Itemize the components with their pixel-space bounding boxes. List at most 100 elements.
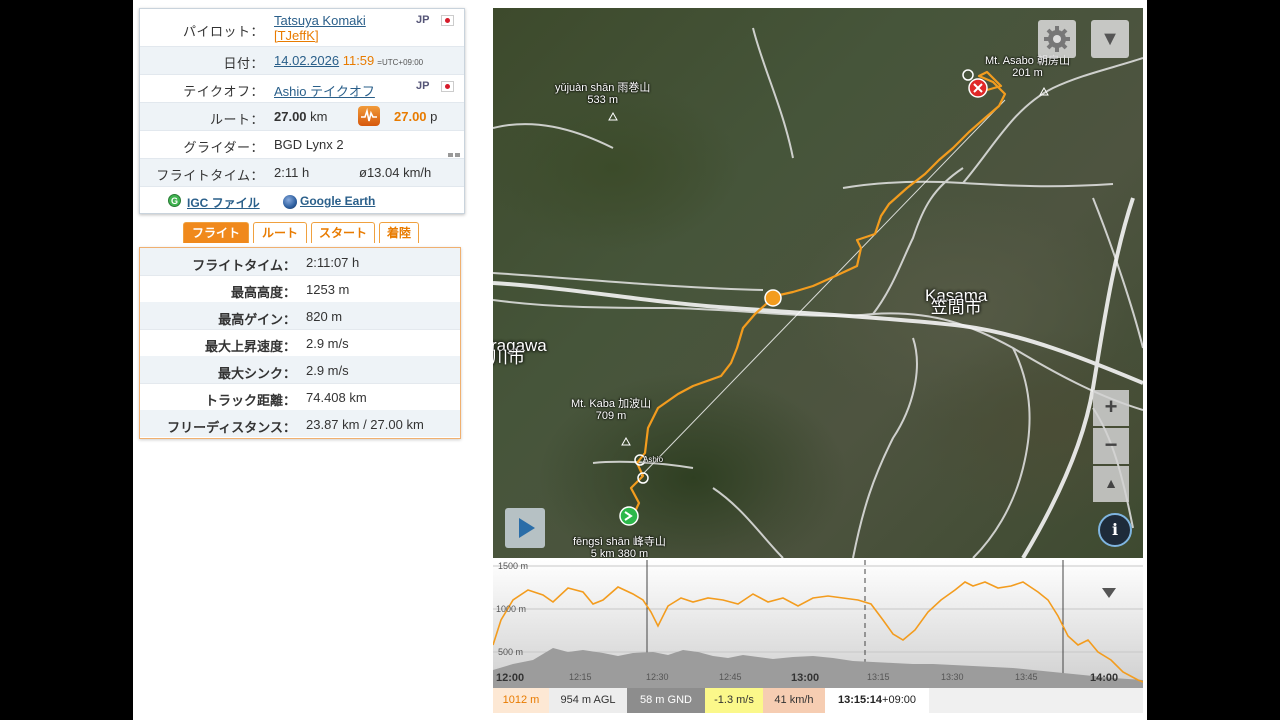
start-marker-icon[interactable] (619, 506, 639, 526)
map-dropdown-button[interactable]: ▼ (1091, 20, 1129, 58)
peak-elevation: 709 m (595, 410, 627, 422)
altitude-profile[interactable]: 1500 m 1000 m 500 m 12:00 12:15 12:30 12… (493, 560, 1143, 688)
map-label-ragawa: ragawa 川市 (493, 337, 547, 367)
map-label-asabo: Mt. Asabo 朝房山 201 m (985, 55, 1070, 79)
route-distance: 27.00 km (274, 109, 328, 124)
stat-row: 最大シンク： 2.9 m/s (140, 356, 460, 384)
stat-label: 最大シンク： (217, 366, 296, 381)
tab-flight[interactable]: フライト (183, 222, 249, 243)
igc-file-icon: G (168, 194, 181, 207)
city-name-jp: 川市 (493, 348, 525, 367)
stat-label: 最高ゲイン： (218, 312, 296, 327)
tab-route[interactable]: ルート (253, 222, 307, 243)
reset-view-button[interactable]: ▲ (1093, 466, 1129, 502)
pilot-handle-link[interactable]: [TJeffK] (274, 28, 319, 43)
stat-row: 最高高度： 1253 m (140, 275, 460, 303)
scale-label: 5 km (590, 548, 615, 558)
route-points: 27.00 p (394, 109, 437, 124)
peak-name: Mt. Kaba 加波山 (571, 398, 652, 410)
stat-value: 74.408 km (306, 390, 367, 405)
map-label-kaba: Mt. Kaba 加波山 709 m (571, 398, 651, 422)
flight-status-bar: 1012 m 954 m AGL 58 m GND -1.3 m/s 41 km… (493, 688, 1143, 713)
y-label-500: 500 m (498, 647, 523, 657)
peak-elevation: 533 m (587, 94, 618, 106)
stat-row: 最大上昇速度： 2.9 m/s (140, 329, 460, 357)
route-points-value: 27.00 (394, 109, 427, 124)
x-label: 13:45 (1015, 672, 1038, 682)
zoom-in-button[interactable]: + (1093, 390, 1129, 426)
stat-row: 最高ゲイン： 820 m (140, 302, 460, 330)
glider-label: グライダー： (183, 140, 264, 155)
date-label: 日付： (223, 56, 264, 71)
stat-value: 820 m (306, 309, 343, 324)
peak-elevation: 380 m (617, 548, 649, 558)
chevron-down-icon: ▼ (1100, 28, 1120, 50)
google-earth-link[interactable]: Google Earth (300, 194, 375, 208)
status-time: 13:15:14+09:00 (825, 688, 929, 713)
settings-button[interactable] (1038, 20, 1076, 58)
position-marker[interactable] (764, 289, 782, 307)
stat-label: トラック距離： (204, 393, 296, 408)
stat-label: 最高高度： (230, 285, 296, 300)
status-time-value: 13:15:14 (838, 694, 883, 706)
flight-map[interactable]: Mt. Asabo 朝房山 201 m yǔjuàn shān 雨巻山 533 m … (493, 8, 1143, 558)
stat-value: 2.9 m/s (306, 363, 349, 378)
japan-flag-icon (441, 15, 454, 26)
map-label-kasama: Kasama 笠間市 (925, 287, 987, 317)
peak-name: fēngsì shān 峰寺山 (573, 536, 666, 548)
status-filler (929, 688, 1143, 713)
flight-stats-table: フライトタイム： 2:11:07 h 最高高度： 1253 m 最高ゲイン： 820 … (139, 247, 461, 439)
city-name-jp: 笠間市 (930, 298, 982, 317)
x-label: 12:30 (646, 672, 669, 682)
stat-label: フリーディスタンス： (167, 420, 296, 435)
flight-info-card: パイロット： Tatsuya Komaki [TJeffK] JP 日付： 14… (139, 8, 465, 214)
pilot-country-code: JP (416, 14, 430, 26)
google-earth-icon (283, 195, 297, 209)
stat-value: 2.9 m/s (306, 336, 349, 351)
takeoff-link[interactable]: Ashio テイクオフ (274, 81, 375, 100)
stat-value: 1253 m (306, 282, 350, 297)
date-link[interactable]: 14.02.2026 (274, 53, 339, 68)
pilot-name-link[interactable]: Tatsuya Komaki (274, 13, 366, 28)
tab-landing[interactable]: 着陸 (379, 222, 419, 243)
glider-row: グライダー： BGD Lynx 2 (140, 131, 464, 159)
date-row: 日付： 14.02.2026 11:59 =UTC+09:00 (140, 47, 464, 75)
stat-label: フライトタイム： (192, 258, 296, 273)
route-row: ルート： 27.00 km 27.00 p (140, 103, 464, 131)
route-type-icon[interactable] (358, 106, 380, 126)
x-label: 12:00 (496, 672, 524, 684)
tab-start[interactable]: スタート (311, 222, 375, 243)
pilot-value: Tatsuya Komaki [TJeffK] (274, 13, 366, 43)
japan-flag-icon (441, 81, 454, 92)
stat-row: フライトタイム： 2:11:07 h (140, 248, 460, 276)
stat-row: フリーディスタンス： 23.87 km / 27.00 km (140, 410, 460, 437)
info-button[interactable]: i (1098, 513, 1132, 547)
route-label: ルート： (209, 112, 264, 127)
zoom-out-button[interactable]: − (1093, 428, 1129, 464)
route-distance-value: 27.00 (274, 109, 307, 124)
timezone: =UTC+09:00 (377, 58, 424, 67)
status-altitude: 1012 m (493, 688, 549, 713)
file-links-row: G IGC ファイル Google Earth (140, 187, 464, 213)
average-speed: ø13.04 km/h (359, 165, 432, 180)
altitude-profile-chart: 1500 m 1000 m 500 m 12:00 12:15 12:30 12… (493, 560, 1143, 688)
takeoff-country-code: JP (416, 80, 430, 92)
x-label: 13:15 (867, 672, 890, 682)
stat-value: 23.87 km / 27.00 km (306, 417, 424, 432)
status-timezone: +09:00 (882, 694, 916, 706)
y-label-1000: 1000 m (496, 604, 526, 614)
peak-icon (608, 111, 618, 121)
flight-time-value: 2:11 h (274, 165, 310, 180)
x-label: 12:15 (569, 672, 592, 682)
page: パイロット： Tatsuya Komaki [TJeffK] JP 日付： 14… (133, 0, 1147, 720)
play-button[interactable] (505, 508, 545, 548)
peak-elevation: 201 m (1012, 67, 1043, 79)
highway (493, 197, 1143, 558)
x-label: 14:00 (1090, 672, 1118, 684)
igc-file-link[interactable]: IGC ファイル (187, 194, 260, 211)
y-label-1500: 1500 m (498, 561, 528, 571)
stat-value: 2:11:07 h (306, 255, 360, 270)
peak-name: yǔjuàn shān 雨巻山 (555, 82, 651, 94)
pilot-row: パイロット： Tatsuya Komaki [TJeffK] JP (140, 9, 464, 47)
flight-time-label: フライトタイム： (156, 168, 264, 183)
